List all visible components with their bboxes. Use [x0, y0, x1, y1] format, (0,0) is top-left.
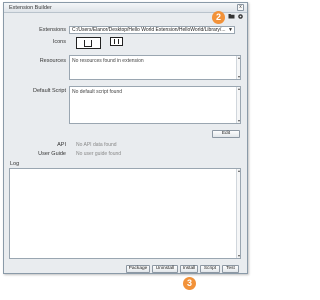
scroll-up-icon[interactable]: ▲	[237, 169, 241, 173]
default-script-value: No default script found	[72, 89, 123, 95]
api-label: API	[57, 142, 66, 148]
test-button[interactable]: Test	[222, 265, 239, 273]
log-scrollbar[interactable]: ▲ ▼	[236, 169, 241, 258]
chevron-down-icon: ▼	[227, 27, 233, 33]
step-3-badge: 3	[183, 277, 196, 290]
scroll-down-icon[interactable]: ▼	[237, 119, 241, 123]
large-icon-slot[interactable]	[76, 37, 101, 49]
user-guide-label: User Guide	[38, 151, 66, 157]
log-label: Log	[10, 161, 20, 167]
resources-list[interactable]: No resources found in extension ▲ ▼	[69, 55, 241, 80]
script-button[interactable]: Script	[200, 265, 220, 273]
user-guide-value: No user guide found	[76, 151, 122, 157]
resources-scrollbar[interactable]: ▲ ▼	[236, 56, 241, 79]
package-button[interactable]: Package	[126, 265, 150, 273]
edit-button[interactable]: Edit	[212, 130, 240, 138]
icons-label: Icons	[52, 39, 66, 45]
resources-label: Resources	[39, 58, 66, 64]
default-script-scrollbar[interactable]: ▲ ▼	[236, 87, 241, 123]
small-icon-slot[interactable]	[110, 37, 123, 46]
scroll-down-icon[interactable]: ▼	[237, 254, 241, 258]
extensions-label: Extensions	[39, 27, 66, 33]
step-2-badge: 2	[212, 11, 225, 24]
extensions-value: C:/Users/Elanor/Desktop/Hello World Exte…	[72, 27, 226, 33]
scroll-up-icon[interactable]: ▲	[237, 56, 241, 60]
window-title: Extension Builder	[9, 5, 52, 11]
gear-icon[interactable]	[237, 13, 244, 19]
title-bar: Extension Builder x	[4, 3, 247, 13]
scroll-up-icon[interactable]: ▲	[237, 87, 241, 91]
default-script-box[interactable]: No default script found ▲ ▼	[69, 86, 241, 124]
close-button[interactable]: x	[237, 4, 244, 11]
scroll-down-icon[interactable]: ▼	[237, 75, 241, 79]
api-value: No API data found	[76, 142, 117, 148]
folder-icon[interactable]	[228, 13, 235, 19]
install-button[interactable]: Install	[180, 265, 198, 273]
resources-value: No resources found in extension	[72, 58, 144, 64]
default-script-label: Default Script	[32, 88, 66, 94]
extensions-dropdown[interactable]: C:/Users/Elanor/Desktop/Hello World Exte…	[69, 26, 235, 34]
uninstall-button[interactable]: Uninstall	[152, 265, 178, 273]
log-area[interactable]: ▲ ▼	[9, 168, 241, 259]
